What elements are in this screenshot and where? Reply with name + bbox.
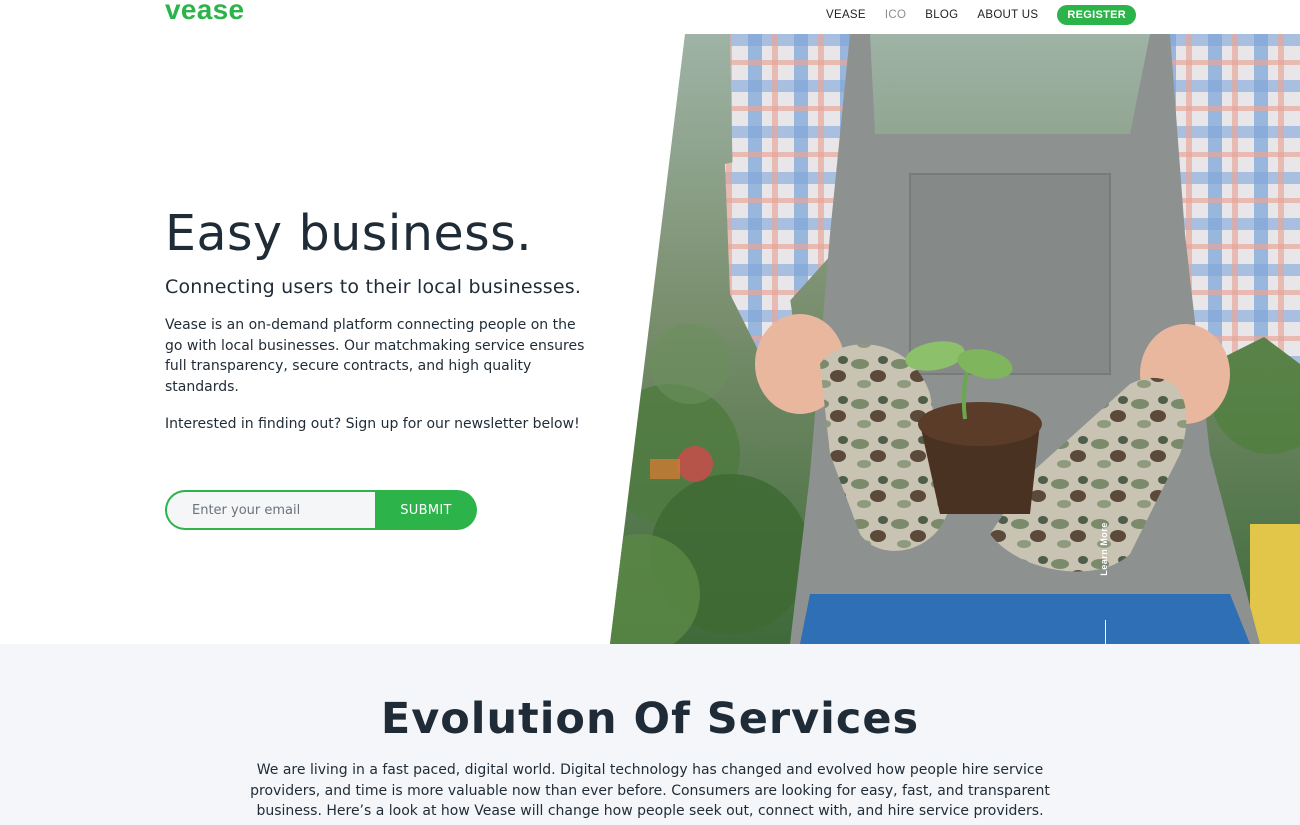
hero-photo-gardener-holding-seedling (610, 34, 1300, 644)
section-description: We are living in a fast paced, digital w… (250, 762, 1050, 819)
register-button[interactable]: REGISTER (1057, 5, 1136, 25)
nav-link-blog[interactable]: BLOG (925, 9, 958, 21)
hero-subtitle: Connecting users to their local business… (165, 276, 582, 298)
site-header: vease VEASE ICO BLOG ABOUT US REGISTER (0, 0, 1300, 34)
newsletter-prompt: Interested in finding out? Sign up for o… (165, 416, 580, 432)
learn-more-link[interactable]: Learn More (1099, 520, 1113, 640)
newsletter-form: SUBMIT (165, 490, 477, 530)
nav-link-about-us[interactable]: ABOUT US (977, 9, 1038, 21)
section-title: Evolution Of Services (380, 694, 920, 744)
vease-logo[interactable]: vease (165, 0, 244, 26)
nav-link-vease[interactable]: VEASE (826, 9, 866, 21)
hero-description: Vease is an on-demand platform connectin… (165, 317, 585, 395)
hero-title: Easy business. (165, 205, 533, 262)
nav-link-ico[interactable]: ICO (885, 9, 906, 21)
main-nav: VEASE ICO BLOG ABOUT US REGISTER (826, 5, 1136, 25)
evolution-section: Evolution Of Services We are living in a… (0, 644, 1300, 825)
hero-text-block: Easy business. Connecting users to their… (165, 204, 595, 432)
submit-button[interactable]: SUBMIT (375, 490, 477, 530)
learn-more-label: Learn More (1098, 522, 1109, 576)
learn-more-line (1105, 620, 1106, 644)
email-input[interactable] (165, 490, 377, 530)
